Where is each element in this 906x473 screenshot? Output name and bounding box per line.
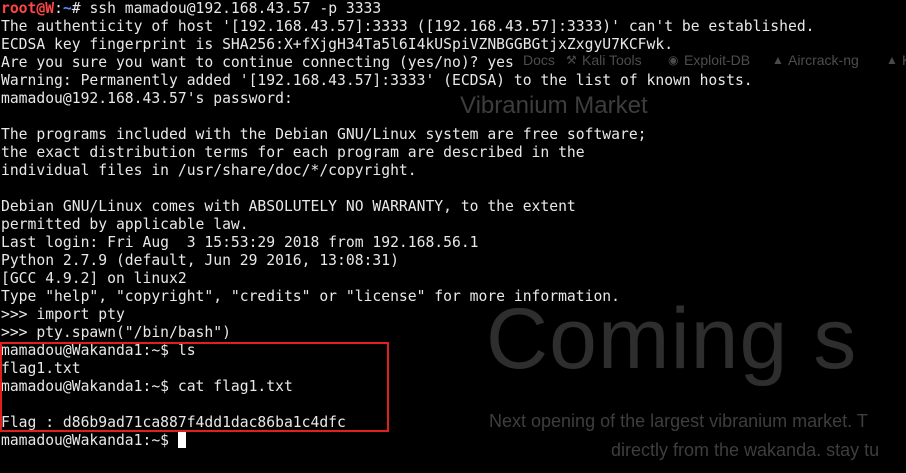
current-prompt-line[interactable]: mamadou@Wakanda1:~$ (1, 432, 906, 450)
terminal-line: >>> import pty (1, 306, 125, 323)
current-prompt: mamadou@Wakanda1:~$ (1, 432, 178, 449)
root-prompt-line: root@W:~# ssh mamadou@192.168.43.57 -p 3… (1, 0, 906, 18)
prompt-separator: : (54, 0, 63, 17)
terminal-line: the exact distribution terms for each pr… (1, 144, 585, 161)
terminal-line: The authenticity of host '[192.168.43.57… (1, 18, 815, 35)
terminal-line: mamadou@Wakanda1:~$ cat flag1.txt (1, 378, 293, 395)
prompt-path: ~ (62, 0, 72, 17)
terminal-line: mamadou@192.168.43.57's password: (1, 90, 302, 107)
prompt-symbol: # (71, 0, 90, 17)
prompt-user: root@W (1, 0, 55, 17)
command-text: ssh mamadou@192.168.43.57 -p 3333 (89, 0, 382, 17)
terminal-line: Debian GNU/Linux comes with ABSOLUTELY N… (1, 198, 576, 215)
terminal-line: Warning: Permanently added '[192.168.43.… (1, 72, 753, 89)
terminal-line: Type "help", "copyright", "credits" or "… (1, 288, 620, 305)
text-cursor (177, 432, 186, 448)
terminal-line: The programs included with the Debian GN… (1, 126, 647, 143)
terminal-line: >>> pty.spawn("/bin/bash") (1, 324, 231, 341)
terminal-line: mamadou@Wakanda1:~$ ls (1, 342, 196, 359)
flag-line: Flag : d86b9ad71ca887f4dd1dac86ba1c4dfc (1, 414, 346, 431)
terminal-line: Last login: Fri Aug 3 15:53:29 2018 from… (1, 234, 479, 251)
terminal-line: permitted by applicable law. (1, 216, 249, 233)
terminal-line: flag1.txt (1, 360, 81, 377)
terminal-line: ECDSA key fingerprint is SHA256:X+fXjgH3… (1, 36, 674, 53)
terminal-line: [GCC 4.9.2] on linux2 (1, 270, 187, 287)
screen: Docs ⚒ Kali Tools ◉ Exploit-DB ▲ Aircrac… (0, 0, 906, 473)
terminal-output[interactable]: root@W:~# ssh mamadou@192.168.43.57 -p 3… (1, 0, 906, 450)
terminal-line: Are you sure you want to continue connec… (1, 54, 514, 71)
terminal-line: Python 2.7.9 (default, Jun 29 2016, 13:0… (1, 252, 399, 269)
terminal-line: individual files in /usr/share/doc/*/cop… (1, 162, 417, 179)
